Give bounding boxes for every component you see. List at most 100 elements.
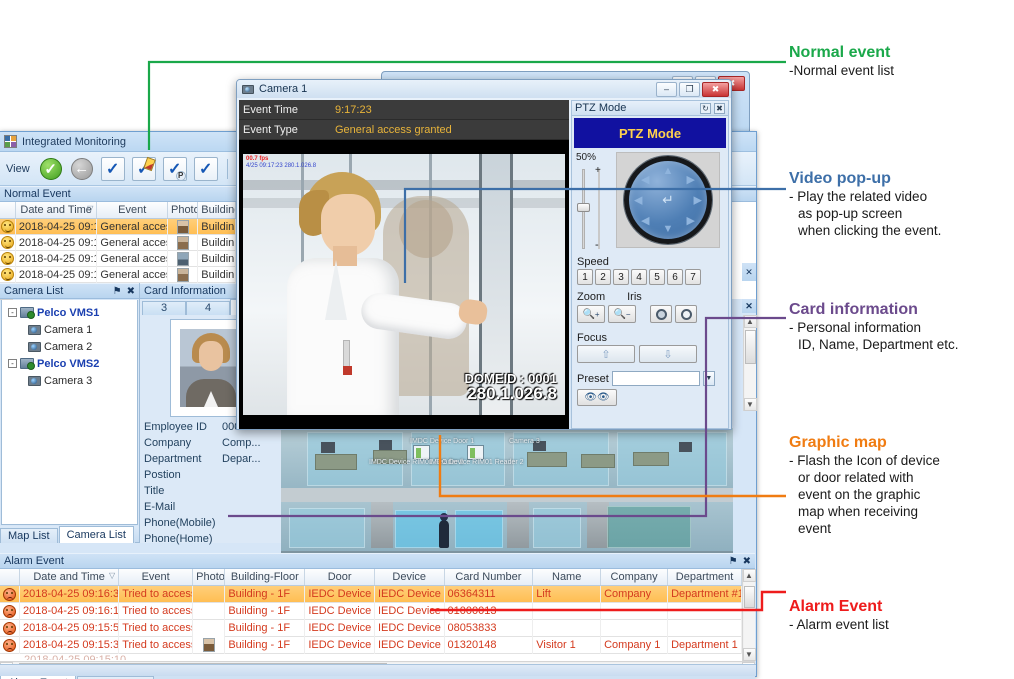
speed-button-6[interactable]: 6 <box>667 269 683 285</box>
col-event[interactable]: Event <box>97 202 168 218</box>
tab-camera-list[interactable]: Camera List <box>58 526 134 543</box>
joystick-center-icon[interactable]: ↵ <box>662 192 674 209</box>
tree-label: Camera 1 <box>44 323 93 336</box>
focus-far-button[interactable]: ⇩ <box>639 345 697 363</box>
speed-button-2[interactable]: 2 <box>595 269 611 285</box>
acol-name[interactable]: Name <box>533 569 602 585</box>
tree-node-camera[interactable]: Camera 1 <box>4 321 135 338</box>
acol-status[interactable] <box>0 569 21 585</box>
table-row[interactable]: 2018-04-25 09:17:27 General access g Bui… <box>0 218 236 235</box>
speed-button-3[interactable]: 3 <box>613 269 629 285</box>
photo-thumb <box>176 251 189 266</box>
iris-open-button[interactable] <box>650 305 672 323</box>
col-building[interactable]: Building <box>198 202 236 218</box>
right-panel-close-icon-2[interactable]: ✕ <box>742 299 756 313</box>
speed-button-4[interactable]: 4 <box>631 269 647 285</box>
tree-node-server[interactable]: - Pelco VMS2 <box>4 355 135 372</box>
camera-tree[interactable]: - Pelco VMS1 Camera 1 Camera 2 - Pelco V… <box>1 300 138 525</box>
acol-datetime[interactable]: Date and Time ▽ <box>20 569 120 585</box>
close-icon[interactable]: ✖ <box>714 102 725 114</box>
annotation-title: Graphic map <box>789 434 887 451</box>
annotation-alarm-event: Alarm Event - Alarm event list <box>789 598 889 633</box>
table-row[interactable]: 2018-04-25 09:17:23 General access g Bui… <box>0 234 236 251</box>
back-button[interactable]: ← <box>69 156 95 182</box>
acol-photo[interactable]: Photo <box>193 569 226 585</box>
video-window-titlebar[interactable]: Camera 1 – ❐ ✖ <box>237 80 731 98</box>
camera-list-panel-title: Camera List ⚑ ✖ <box>0 283 139 299</box>
zoom-in-button[interactable]: 🔍 + <box>577 305 605 323</box>
tab-map-list[interactable]: Map List <box>0 528 58 543</box>
device-icon-door1[interactable] <box>413 445 430 460</box>
confirm-secondary-button[interactable]: ✓ <box>193 156 219 182</box>
tree-node-camera[interactable]: Camera 3 <box>4 372 135 389</box>
expander-icon[interactable]: - <box>8 359 17 368</box>
acknowledge-all-button[interactable]: ✓ <box>38 156 64 182</box>
preset-input[interactable] <box>611 371 700 386</box>
zoom-out-button[interactable]: 🔍 − <box>608 305 636 323</box>
acol-door[interactable]: Door <box>305 569 375 585</box>
scroll-up-icon[interactable]: ▲ <box>743 315 757 328</box>
maximize-button[interactable]: ❐ <box>679 81 700 97</box>
table-row[interactable]: 2018-04-25 09:15:52 Tried to access u Bu… <box>0 619 742 637</box>
scroll-down-icon[interactable]: ▼ <box>742 648 756 661</box>
chevron-down-icon[interactable]: ▼ <box>702 371 715 386</box>
col-photo[interactable]: Photo <box>167 202 199 218</box>
slider-knob[interactable] <box>577 203 590 212</box>
acol-event[interactable]: Event <box>119 569 194 585</box>
scroll-up-icon[interactable]: ▲ <box>742 569 756 582</box>
table-row[interactable]: 2018-04-25 09:17:02 General access g Bui… <box>0 266 236 283</box>
confirm-p-button[interactable]: ✓ P <box>162 156 188 182</box>
device-icon-camera3[interactable] <box>467 445 484 460</box>
edit-note-button[interactable]: ✓ <box>131 156 157 182</box>
close-button[interactable]: ✖ <box>702 81 729 97</box>
acol-building-floor[interactable]: Building-Floor <box>225 569 306 585</box>
table-row[interactable]: 2018-04-25 09:17:17 General access g Bui… <box>0 250 236 267</box>
acol-company[interactable]: Company <box>601 569 669 585</box>
annotation-line: - Alarm event list <box>789 617 889 632</box>
tree-label: Pelco VMS2 <box>37 357 100 370</box>
col-status[interactable] <box>0 202 16 218</box>
scroll-down-icon[interactable]: ▼ <box>743 398 757 411</box>
table-row[interactable]: 2018-04-25 09:16:19 Tried to access u Bu… <box>0 602 742 620</box>
col-datetime[interactable]: Date and Time ▽ <box>15 202 98 218</box>
vscroll-thumb[interactable] <box>744 330 756 364</box>
confirm-button[interactable]: ✓ <box>100 156 126 182</box>
map-label-camera3: Camera 3 <box>509 438 540 445</box>
preset-goto-button[interactable]: 👁👁 <box>577 389 617 406</box>
speed-button-5[interactable]: 5 <box>649 269 665 285</box>
speed-button-1[interactable]: 1 <box>577 269 593 285</box>
pin-icon[interactable]: ⚑ <box>729 556 738 567</box>
ptz-joystick-area[interactable]: ▲ ▼ ◀ ▶ ◀ ▶ ◀ ▶ ↵ <box>616 152 720 248</box>
annotation-title: Video pop-up <box>789 170 891 187</box>
close-icon[interactable]: ✖ <box>743 556 751 567</box>
expander-icon[interactable]: - <box>8 308 17 317</box>
minimize-button[interactable]: – <box>656 81 677 97</box>
ptz-joystick[interactable]: ▲ ▼ ◀ ▶ ◀ ▶ ◀ ▶ ↵ <box>624 156 712 244</box>
table-row[interactable]: 2018-04-25 09:15:33 Tried to access u Bu… <box>0 636 742 654</box>
speed-button-7[interactable]: 7 <box>685 269 701 285</box>
vscroll-track[interactable] <box>743 582 755 648</box>
avatar <box>180 329 242 407</box>
pin-icon[interactable]: ⚑ <box>113 286 122 297</box>
iris-close-button[interactable] <box>675 305 697 323</box>
card-tab-3[interactable]: 3 <box>142 301 186 315</box>
acol-card-number[interactable]: Card Number <box>444 569 534 585</box>
graphic-map[interactable]: IMDC Device Door 1 Camera 3 IMDC Device … <box>281 428 733 559</box>
tree-node-camera[interactable]: Camera 2 <box>4 338 135 355</box>
refresh-icon[interactable]: ↻ <box>700 102 711 114</box>
card-tab-4[interactable]: 4 <box>186 301 230 315</box>
right-panel-close-icon[interactable]: ✕ <box>742 263 756 281</box>
alarm-event-vscrollbar[interactable]: ▲ ▼ <box>742 569 756 661</box>
vscroll-thumb[interactable] <box>743 586 755 608</box>
normal-event-vscrollbar[interactable]: ▲ ▼ <box>743 315 757 411</box>
acol-department[interactable]: Department <box>668 569 742 585</box>
tree-node-server[interactable]: - Pelco VMS1 <box>4 304 135 321</box>
acol-device[interactable]: Device <box>374 569 445 585</box>
table-row[interactable]: 2018-04-25 09:16:31 Tried to access u Bu… <box>0 585 742 603</box>
focus-label: Focus <box>577 332 607 344</box>
vscroll-track[interactable] <box>744 328 756 398</box>
close-icon[interactable]: ✖ <box>127 286 135 297</box>
focus-near-button[interactable]: ⇧ <box>577 345 635 363</box>
zoom-slider[interactable]: + - <box>576 165 612 253</box>
video-canvas[interactable]: 00.7 fps 4/25 09:17:23 280.1.026.8 DOMEI… <box>239 140 569 429</box>
